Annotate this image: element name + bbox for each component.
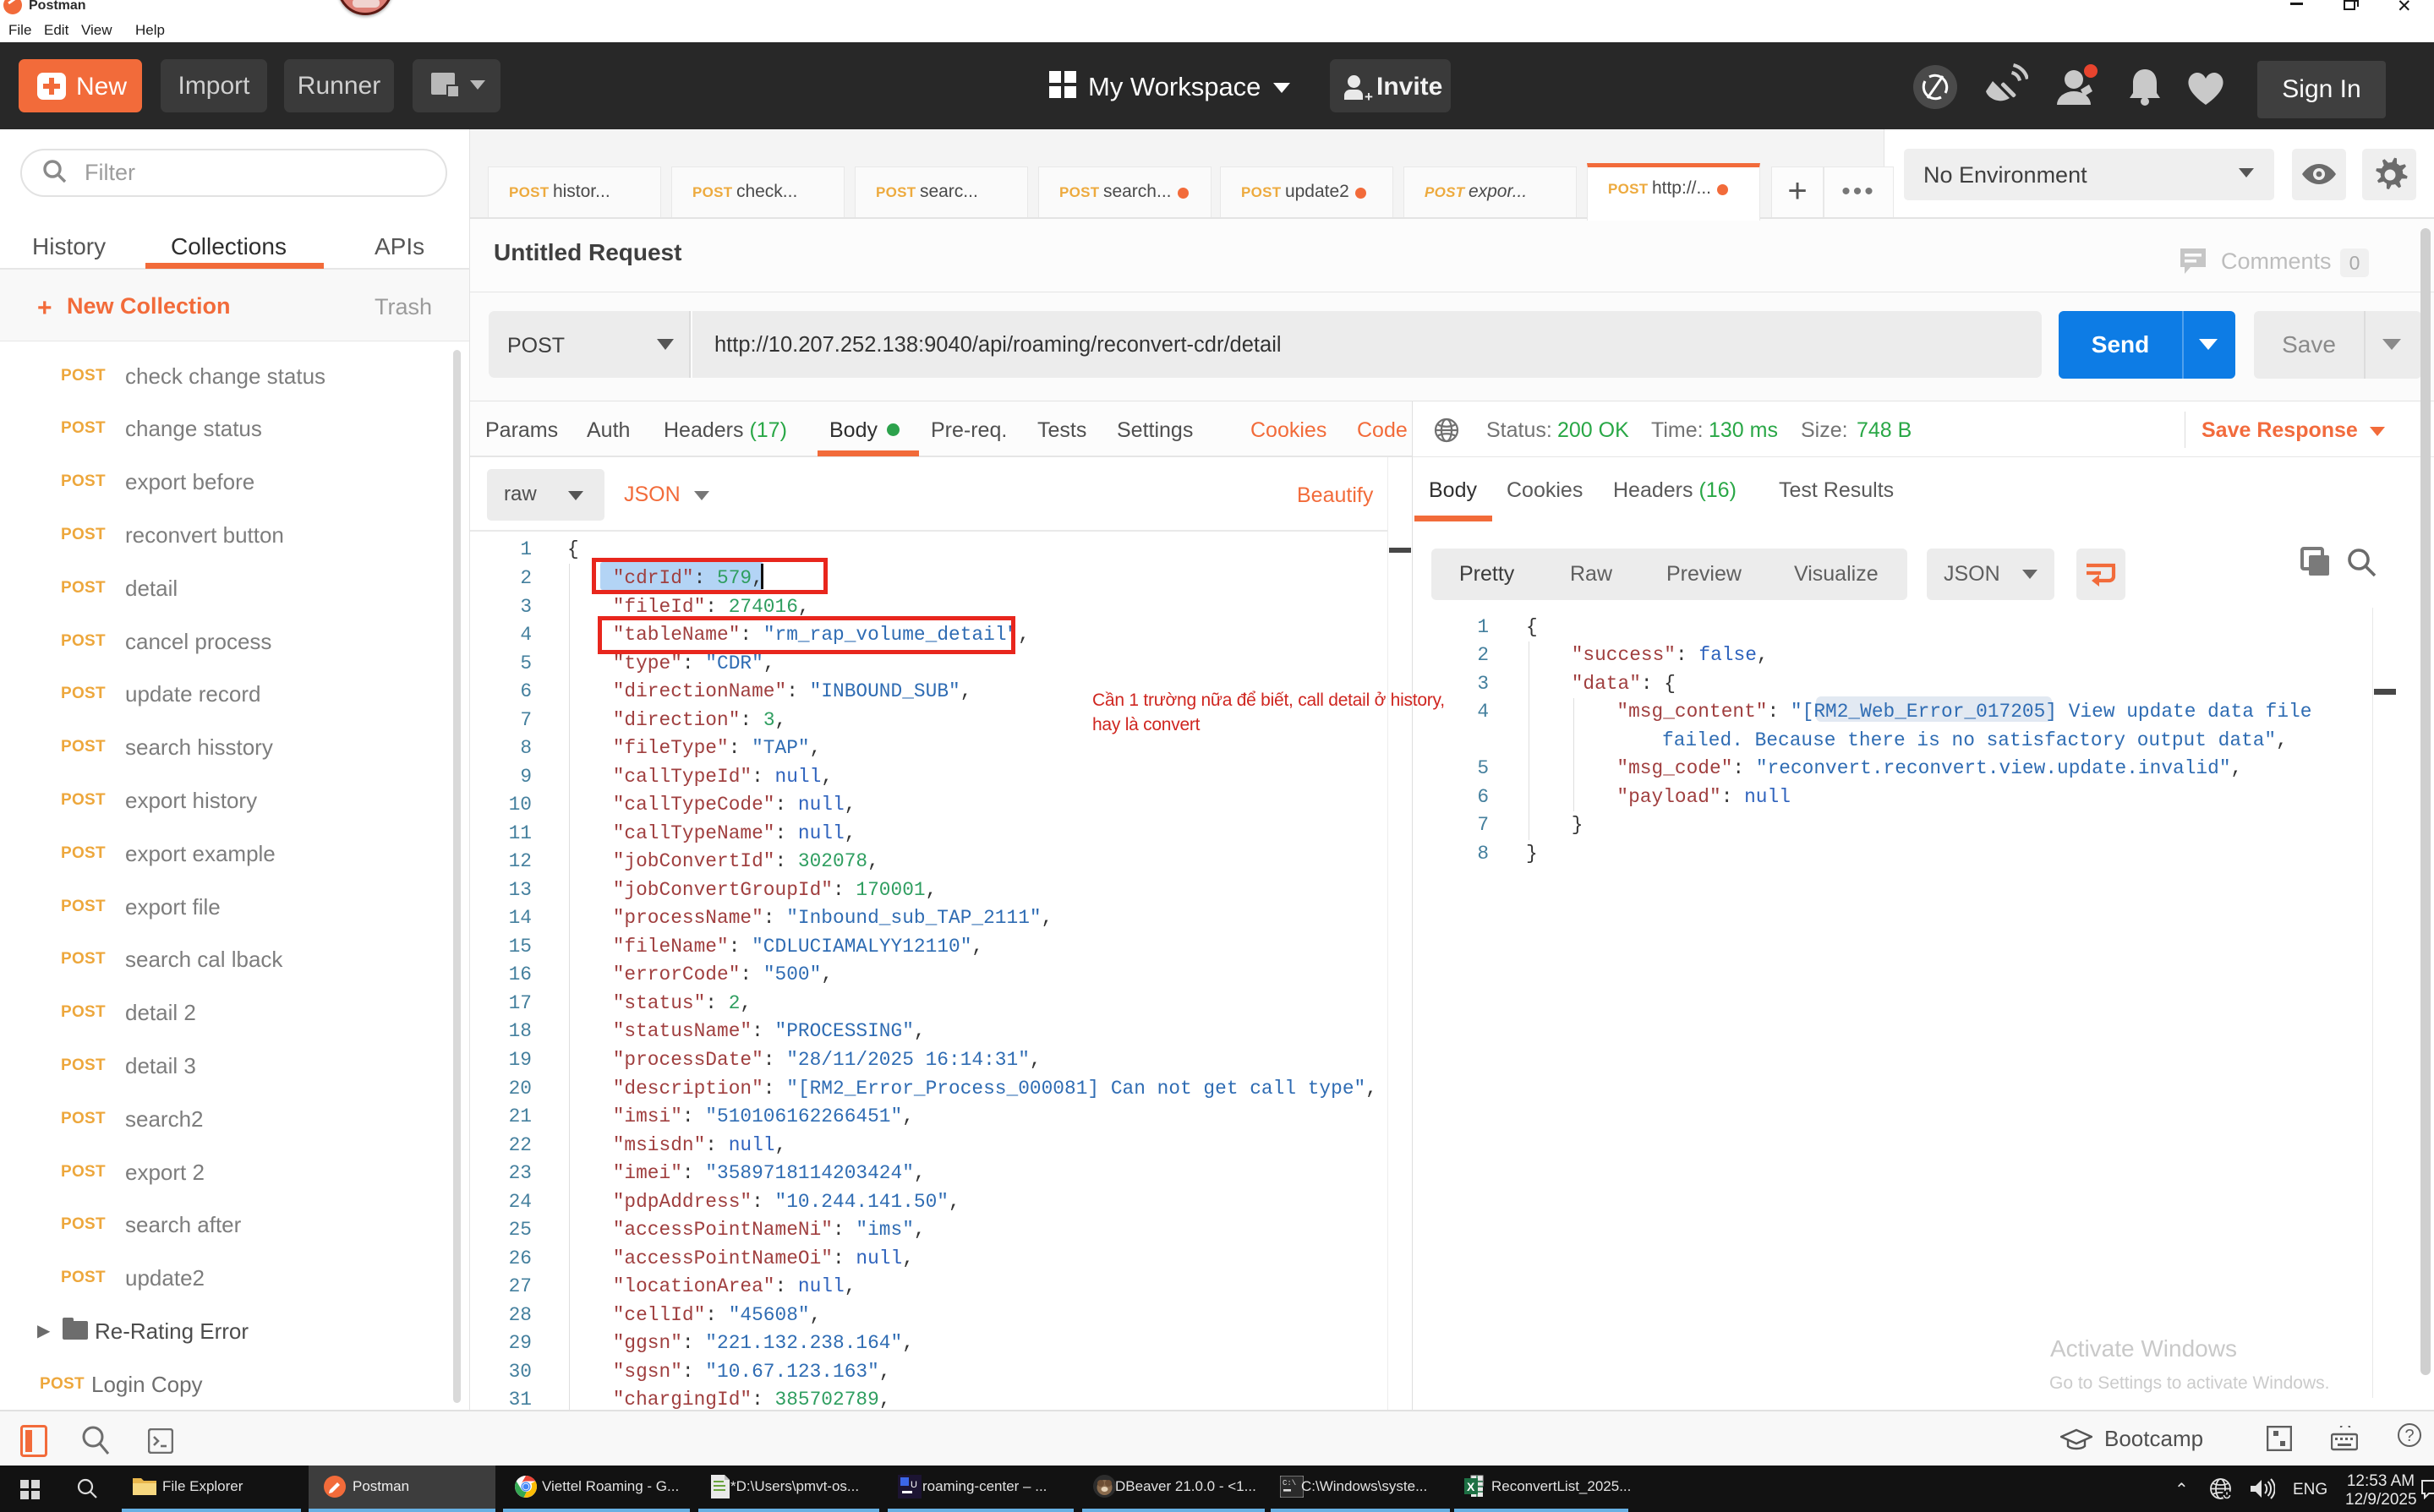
svg-text:X: X bbox=[1467, 1480, 1475, 1493]
svg-text:U: U bbox=[911, 1480, 917, 1490]
svg-text:C:\: C:\ bbox=[1283, 1479, 1296, 1487]
